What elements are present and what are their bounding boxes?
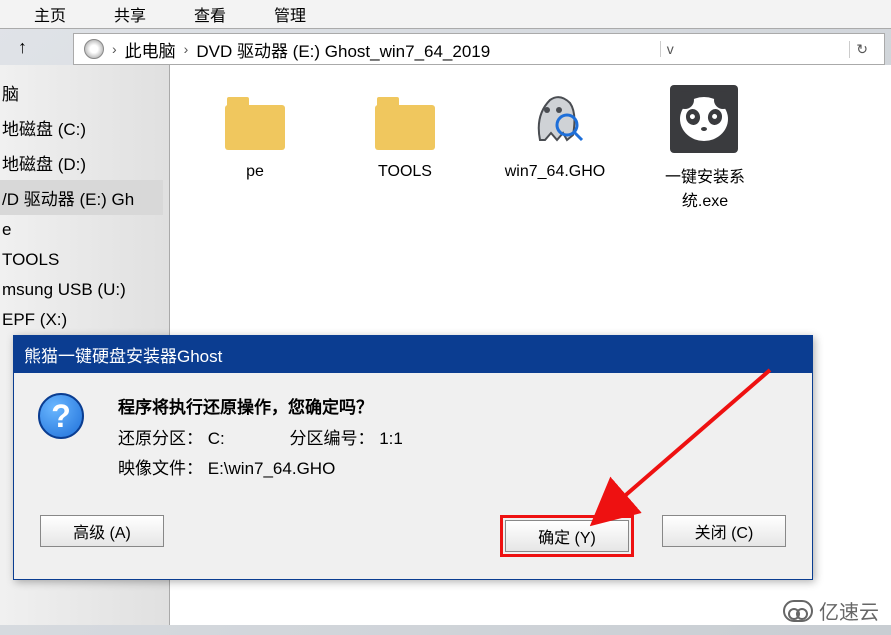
- dialog-line1: 程序将执行还原操作，您确定吗？: [118, 393, 403, 424]
- folder-icon: [375, 105, 435, 150]
- file-item-tools[interactable]: TOOLS: [350, 85, 460, 181]
- tab-home[interactable]: 主页: [30, 2, 70, 26]
- dialog-text: 程序将执行还原操作，您确定吗？ 还原分区： C: 分区编号： 1:1 映像文件：…: [118, 393, 403, 485]
- dropdown-icon[interactable]: v: [660, 41, 680, 57]
- chevron-right-icon[interactable]: ›: [112, 41, 117, 57]
- ghost-icon: [520, 85, 590, 155]
- file-label: 一键安装系统.exe: [650, 163, 760, 211]
- ribbon-tabs: 主页 共享 查看 管理: [0, 0, 891, 29]
- highlight-box: 确定 (Y): [500, 515, 634, 557]
- watermark-text: 亿速云: [819, 596, 879, 625]
- tab-manage[interactable]: 管理: [270, 2, 310, 26]
- chevron-right-icon[interactable]: ›: [184, 41, 189, 57]
- refresh-icon[interactable]: ↻: [849, 41, 874, 58]
- tree-usb[interactable]: msung USB (U:): [0, 275, 163, 305]
- watermark: 亿速云: [783, 596, 879, 625]
- tab-view[interactable]: 查看: [190, 2, 230, 26]
- tree-tools[interactable]: TOOLS: [0, 245, 163, 275]
- tab-share[interactable]: 共享: [110, 2, 150, 26]
- dialog-line2: 还原分区： C: 分区编号： 1:1: [118, 424, 403, 455]
- tree-pe[interactable]: e: [0, 215, 163, 245]
- tree-ddrive[interactable]: 地磁盘 (D:): [0, 145, 163, 180]
- tree-dvd[interactable]: /D 驱动器 (E:) Gh: [0, 180, 163, 215]
- file-item-pe[interactable]: pe: [200, 85, 310, 181]
- file-label: win7_64.GHO: [500, 163, 610, 181]
- file-item-exe[interactable]: 一键安装系统.exe: [650, 85, 760, 211]
- address-bar[interactable]: › 此电脑 › DVD 驱动器 (E:) Ghost_win7_64_2019 …: [73, 33, 885, 65]
- ok-button[interactable]: 确定 (Y): [505, 520, 629, 552]
- dialog-buttons: 高级 (A) 确定 (Y) 关闭 (C): [14, 501, 812, 579]
- panda-icon: [670, 85, 740, 155]
- file-label: pe: [200, 163, 310, 181]
- crumb-this-pc[interactable]: 此电脑: [125, 37, 176, 62]
- close-button[interactable]: 关闭 (C): [662, 515, 786, 547]
- disc-icon: [84, 39, 104, 59]
- file-item-gho[interactable]: win7_64.GHO: [500, 85, 610, 181]
- tree-epf[interactable]: EPF (X:): [0, 305, 163, 335]
- tree-this-pc[interactable]: 脑: [0, 75, 163, 110]
- up-arrow-icon[interactable]: ↑: [18, 37, 27, 58]
- crumb-drive[interactable]: DVD 驱动器 (E:) Ghost_win7_64_2019: [196, 37, 490, 62]
- file-label: TOOLS: [350, 163, 460, 181]
- dialog-line3: 映像文件： E:\win7_64.GHO: [118, 454, 403, 485]
- dialog-title: 熊猫一键硬盘安装器Ghost: [14, 336, 812, 373]
- folder-icon: [225, 105, 285, 150]
- question-icon: ?: [38, 393, 90, 485]
- tree-cdrive[interactable]: 地磁盘 (C:): [0, 110, 163, 145]
- confirm-dialog: 熊猫一键硬盘安装器Ghost ? 程序将执行还原操作，您确定吗？ 还原分区： C…: [13, 335, 813, 580]
- advanced-button[interactable]: 高级 (A): [40, 515, 164, 547]
- watermark-icon: [783, 600, 813, 622]
